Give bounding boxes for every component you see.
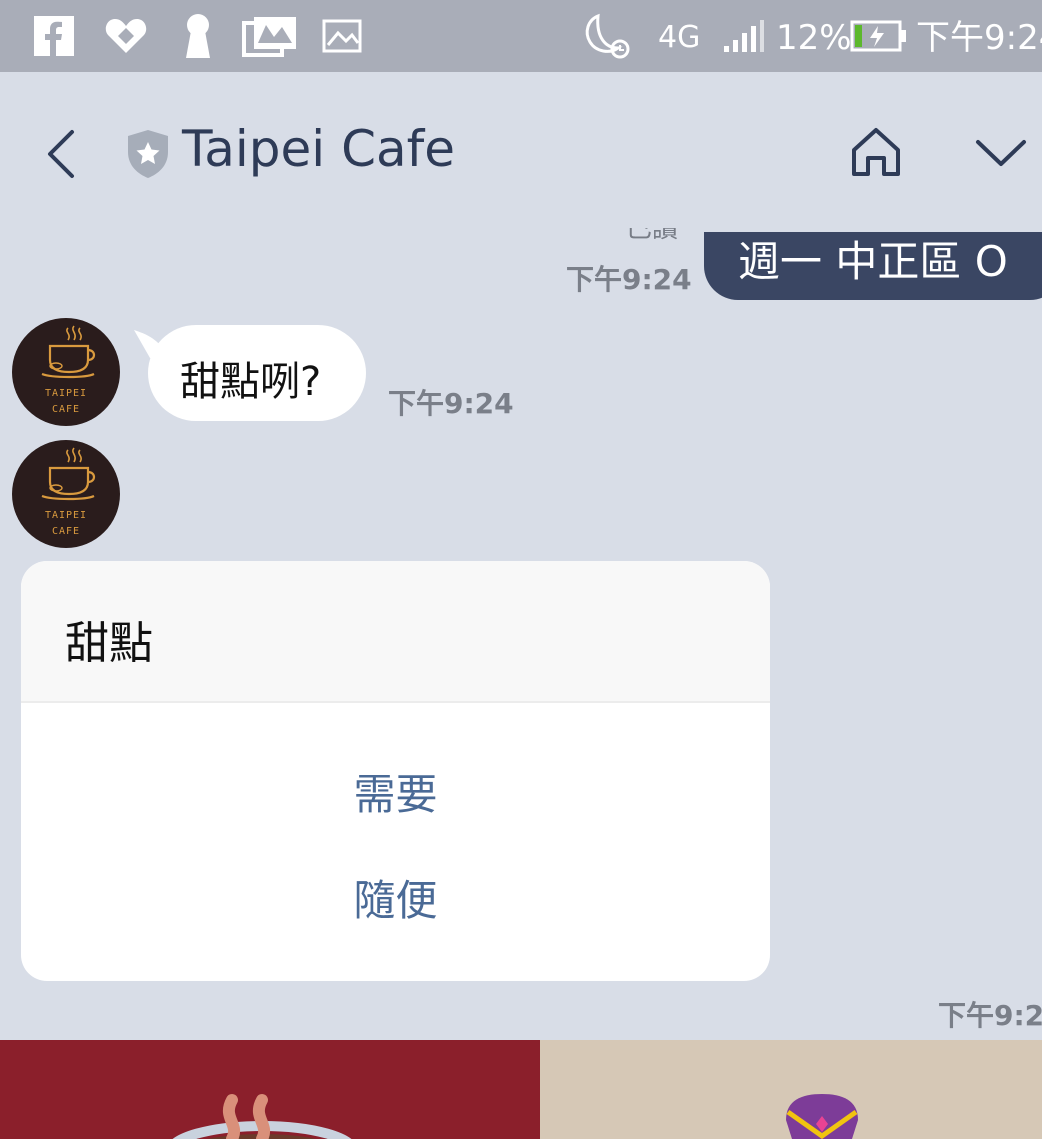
battery-percent: 12% <box>776 18 852 58</box>
read-receipt: 已讀 <box>626 228 679 244</box>
option-button-need[interactable]: 需要 <box>21 761 770 822</box>
button-template-card: 甜點 需要 隨便 <box>21 561 770 981</box>
keyhole-icon <box>184 14 212 58</box>
avatar-caption-line2: CAFE <box>51 404 81 415</box>
status-time: 下午9:24 <box>916 18 1042 58</box>
card-title: 甜點 <box>65 618 153 669</box>
home-button[interactable] <box>848 124 904 180</box>
avatar[interactable]: TAIPEI CAFE <box>12 440 120 548</box>
avatar-caption-line1: TAIPEI <box>44 510 88 521</box>
card-header: 甜點 <box>21 561 770 703</box>
received-message-text: 甜點咧? <box>180 359 322 405</box>
card-timestamp: 下午9:24 <box>938 999 1042 1032</box>
status-bar: 4G 12% 下午9:24 <box>0 0 1042 72</box>
avatar-caption-line2: CAFE <box>51 526 81 537</box>
option-button-whatever[interactable]: 隨便 <box>21 867 770 928</box>
image-icon <box>322 14 362 58</box>
chat-header: Taipei Cafe <box>0 72 1042 232</box>
night-alarm-icon <box>580 13 632 59</box>
home-icon <box>852 128 900 176</box>
sent-message-bubble[interactable]: 週一 中正區 O <box>704 232 1042 300</box>
received-message-bubble[interactable]: 甜點咧? <box>148 325 366 421</box>
character-illustration <box>786 1094 858 1139</box>
image-tile-coffee[interactable] <box>0 1040 540 1139</box>
signal-icon <box>722 14 766 58</box>
image-tile-character[interactable] <box>540 1040 1042 1139</box>
menu-toggle-button[interactable] <box>974 134 1028 170</box>
coffee-cup-illustration <box>172 1094 352 1139</box>
heart-icon <box>104 14 148 58</box>
back-icon <box>48 130 74 178</box>
chevron-down-icon <box>976 140 1026 166</box>
avatar[interactable]: TAIPEI CAFE <box>12 318 120 426</box>
received-timestamp: 下午9:24 <box>388 387 514 420</box>
chat-title: Taipei Cafe <box>182 120 455 178</box>
sent-message-text: 週一 中正區 O <box>738 237 1008 286</box>
battery-charging-icon <box>850 14 908 58</box>
gallery-icon <box>242 14 298 58</box>
facebook-icon <box>34 14 74 58</box>
network-type: 4G <box>658 20 701 55</box>
back-button[interactable] <box>36 124 86 184</box>
shield-star-icon <box>124 128 172 180</box>
sent-timestamp: 下午9:24 <box>566 263 692 296</box>
avatar-caption-line1: TAIPEI <box>44 388 88 399</box>
